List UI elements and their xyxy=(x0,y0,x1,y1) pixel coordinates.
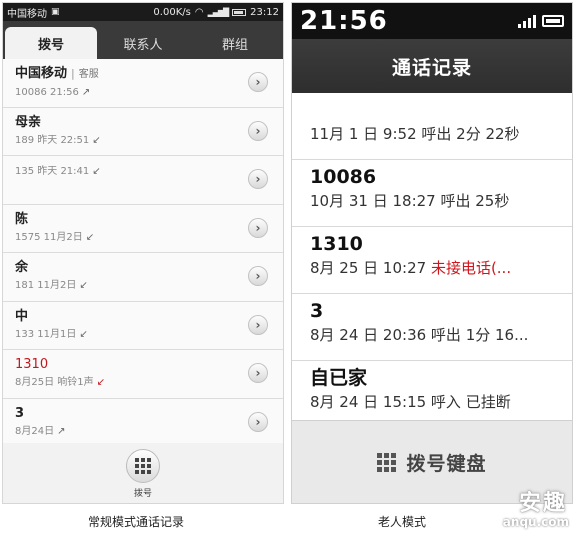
incoming-call-icon: ↙ xyxy=(92,134,101,146)
call-log-row[interactable]: 母亲 189 昨天 22:51 ↙ › xyxy=(3,107,283,156)
incoming-call-icon: ↙ xyxy=(79,328,88,340)
call-detail: 10月 31 日 18:27 呼出 25秒 xyxy=(310,192,510,210)
caller-name: 余 xyxy=(15,260,29,275)
call-log-row[interactable]: 1310 8月25日 响铃1声 ↙ › xyxy=(3,350,283,399)
standard-mode-phone: 中国移动 ▣ 0.00K/s ◠ ▂▄▆█ 23:12 拨号 联系人 群组 中国… xyxy=(2,2,284,504)
caption-standard-mode: 常规模式通话记录 xyxy=(88,515,185,529)
dialpad-icon xyxy=(135,458,139,462)
chevron-right-icon[interactable]: › xyxy=(248,363,268,383)
incoming-call-icon: ↙ xyxy=(79,280,88,291)
call-log-row[interactable]: 3 8月 24 日 20:36 呼出 1分 16... xyxy=(292,294,572,361)
chevron-right-icon[interactable]: › xyxy=(248,120,268,141)
wifi-icon: ◠ xyxy=(194,6,204,18)
outgoing-call-icon: ↗ xyxy=(57,425,66,437)
caller-name: 1310 xyxy=(310,233,363,255)
separator: | xyxy=(71,67,75,80)
dialpad-button[interactable] xyxy=(126,449,160,483)
page-title: 通话记录 xyxy=(292,39,572,93)
dialpad-label: 拨号 xyxy=(133,489,152,499)
call-log-row[interactable]: 余 181 11月2日 ↙ › xyxy=(3,253,283,302)
watermark-text: 安趣 xyxy=(518,491,567,516)
call-detail: 189 昨天 22:51 xyxy=(15,134,90,146)
caller-name: 中国移动 xyxy=(15,66,68,81)
call-detail: 8月 24 日 20:36 呼出 1分 16... xyxy=(310,326,529,344)
chevron-right-icon[interactable]: › xyxy=(248,72,268,92)
caller-name: 自已家 xyxy=(310,367,368,389)
watermark-url: anqu.com xyxy=(502,515,569,529)
incoming-call-icon: ↙ xyxy=(85,231,95,243)
call-detail: 181 11月2日 xyxy=(15,280,77,291)
signal-icon: ▂▄▆█ xyxy=(207,7,230,17)
signal-icon xyxy=(518,14,536,28)
image-notification-icon: ▣ xyxy=(51,7,60,17)
chevron-right-icon[interactable]: › xyxy=(248,266,268,286)
status-time: 21:56 xyxy=(300,6,388,36)
status-bar: 中国移动 ▣ 0.00K/s ◠ ▂▄▆█ 23:12 xyxy=(3,3,283,21)
call-log-row[interactable]: 3 8月24日 ↗ › xyxy=(3,398,283,447)
call-detail: 8月 25 日 10:27 xyxy=(310,259,431,277)
caller-tag: 客服 xyxy=(78,69,99,80)
caller-name: 母亲 xyxy=(15,114,42,130)
tab-bar: 拨号 联系人 群组 xyxy=(3,21,283,59)
call-log-list: 中国移动 | 客服 10086 21:56 ↗ › 母亲 189 昨天 22:51 ↙ … xyxy=(3,59,283,447)
call-detail: 11月 1 日 9:52 呼出 2分 22秒 xyxy=(310,125,520,143)
chevron-right-icon[interactable]: › xyxy=(248,314,268,335)
call-detail: 135 昨天 21:41 xyxy=(15,166,90,177)
carrier-label: 中国移动 xyxy=(7,8,47,20)
battery-icon xyxy=(232,8,247,16)
caller-name: 1310 xyxy=(15,357,49,372)
tab-dial[interactable]: 拨号 xyxy=(5,27,97,59)
call-log-row[interactable]: 陈 1575 11月2日 ↙ › xyxy=(3,204,283,253)
dialpad-icon xyxy=(377,452,397,472)
chevron-right-icon[interactable]: › xyxy=(248,411,268,432)
dialpad-label: 拨号键盘 xyxy=(406,452,487,475)
status-time: 23:12 xyxy=(250,6,279,18)
network-speed: 0.00K/s xyxy=(153,6,191,18)
caller-name: 3 xyxy=(310,300,324,322)
watermark-logo: 安趣 anqu.com xyxy=(501,485,571,529)
caller-name: 3 xyxy=(15,405,25,421)
caller-name: 陈 xyxy=(15,211,29,227)
caption-elderly-mode: 老人模式 xyxy=(378,515,427,529)
call-detail: 133 11月1日 xyxy=(15,328,77,340)
call-detail: 10086 21:56 xyxy=(15,87,79,98)
dial-bar: 拨号 xyxy=(3,443,283,503)
call-log-row[interactable]: 中 133 11月1日 ↙ › xyxy=(3,301,283,350)
call-detail: 1575 11月2日 xyxy=(15,231,83,243)
call-log-row[interactable]: 135 昨天 21:41 ↙ › xyxy=(3,156,283,205)
call-detail: 8月 24 日 15:15 呼入 已挂断 xyxy=(310,393,511,411)
call-log-row[interactable]: 自已家 8月 24 日 15:15 呼入 已挂断 xyxy=(292,361,572,428)
call-log-row[interactable]: 11月 1 日 9:52 呼出 2分 22秒 xyxy=(292,93,572,160)
call-detail: 8月25日 响铃1声 xyxy=(15,377,94,388)
caller-name xyxy=(310,97,572,123)
incoming-call-icon: ↙ xyxy=(92,166,101,177)
missed-call-icon: ↙ xyxy=(96,377,106,388)
call-log-list: 11月 1 日 9:52 呼出 2分 22秒 10086 10月 31 日 18… xyxy=(292,93,572,428)
status-bar: 21:56 xyxy=(292,3,572,39)
outgoing-call-icon: ↗ xyxy=(81,87,91,98)
battery-icon xyxy=(542,15,564,27)
chevron-right-icon[interactable]: › xyxy=(248,217,268,238)
chevron-right-icon[interactable]: › xyxy=(248,169,268,189)
call-detail: 8月24日 xyxy=(15,425,55,437)
call-log-row[interactable]: 1310 8月 25 日 10:27 未接电话(... xyxy=(292,227,572,294)
call-log-row[interactable]: 中国移动 | 客服 10086 21:56 ↗ › xyxy=(3,59,283,108)
elderly-mode-phone: 21:56 通话记录 11月 1 日 9:52 呼出 2分 22秒 10086 … xyxy=(291,2,573,504)
tab-contacts[interactable]: 联系人 xyxy=(97,27,189,59)
caller-name: 中 xyxy=(15,308,29,324)
call-log-row[interactable]: 10086 10月 31 日 18:27 呼出 25秒 xyxy=(292,160,572,227)
tab-groups[interactable]: 群组 xyxy=(189,27,281,59)
caller-name: 10086 xyxy=(310,166,377,188)
missed-call-status: 未接电话(... xyxy=(430,259,512,277)
